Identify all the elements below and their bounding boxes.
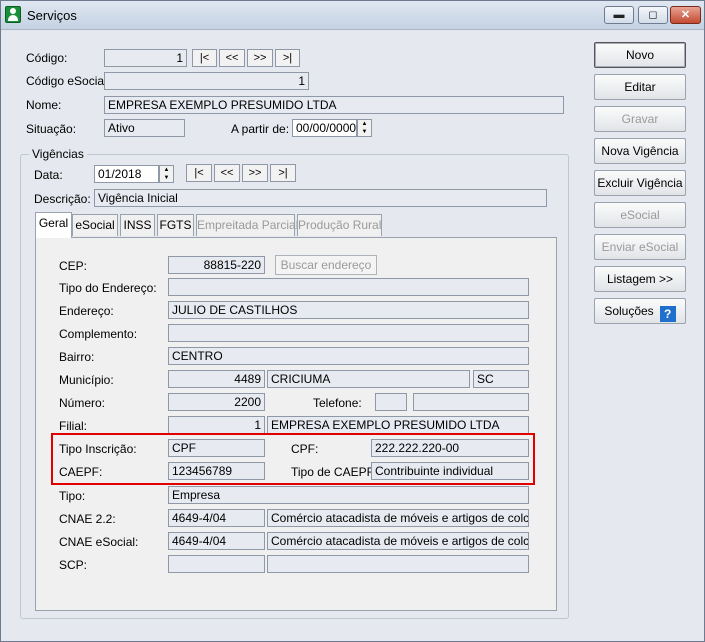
cnae-esocial-code-field[interactable]: 4649-4/04 — [168, 532, 265, 550]
tipo-endereco-label: Tipo do Endereço: — [59, 281, 157, 295]
services-window: Serviços ▬ ◻ ✕ Código: 1 |< << >> >| Cód… — [0, 0, 705, 642]
filial-code-field[interactable]: 1 — [168, 416, 265, 434]
bairro-label: Bairro: — [59, 350, 95, 364]
esocial-button[interactable]: eSocial — [594, 202, 686, 228]
tab-geral[interactable]: Geral — [35, 212, 72, 238]
vig-first-button[interactable]: |< — [186, 164, 212, 182]
help-icon: ? — [659, 306, 676, 322]
vig-next-button[interactable]: >> — [242, 164, 268, 182]
spin-up-icon[interactable]: ▲ — [160, 166, 173, 174]
vig-prev-button[interactable]: << — [214, 164, 240, 182]
a-partir-date-field[interactable]: 00/00/0000 — [292, 119, 357, 137]
situacao-label: Situação: — [26, 122, 77, 136]
next-record-button[interactable]: >> — [247, 49, 273, 67]
spin-up-icon[interactable]: ▲ — [358, 120, 371, 128]
cep-label: CEP: — [59, 259, 88, 273]
highlight-box — [51, 433, 535, 485]
tipo-field[interactable]: Empresa — [168, 486, 529, 504]
buscar-endereco-button[interactable]: Buscar endereço — [275, 255, 377, 275]
vig-last-button[interactable]: >| — [270, 164, 296, 182]
tab-fgts[interactable]: FGTS — [157, 214, 194, 236]
spin-down-icon[interactable]: ▼ — [358, 128, 371, 136]
first-record-button[interactable]: |< — [192, 49, 217, 67]
codigo-label: Código: — [26, 51, 68, 65]
solucoes-label: Soluções — [604, 304, 654, 318]
excluir-vigencia-button[interactable]: Excluir Vigência — [594, 170, 686, 196]
complemento-label: Complemento: — [59, 327, 138, 341]
filial-name-field[interactable]: EMPRESA EXEMPLO PRESUMIDO LTDA — [267, 416, 529, 434]
municipio-name-field[interactable]: CRICIUMA — [267, 370, 470, 388]
scp-label: SCP: — [59, 558, 88, 572]
complemento-field[interactable] — [168, 324, 529, 342]
a-partir-spinner[interactable]: ▲ ▼ — [357, 119, 372, 137]
prev-record-button[interactable]: << — [219, 49, 245, 67]
tab-esocial[interactable]: eSocial — [72, 214, 118, 236]
situacao-field[interactable]: Ativo — [104, 119, 185, 137]
maximize-button[interactable]: ◻ — [638, 6, 668, 24]
numero-field[interactable]: 2200 — [168, 393, 265, 411]
last-record-button[interactable]: >| — [275, 49, 300, 67]
endereco-field[interactable]: JULIO DE CASTILHOS — [168, 301, 529, 319]
numero-label: Número: — [59, 396, 106, 410]
editar-button[interactable]: Editar — [594, 74, 686, 100]
nome-label: Nome: — [26, 98, 62, 112]
scp-code-field[interactable] — [168, 555, 265, 573]
tab-producao-rural[interactable]: Produção Rural — [297, 214, 382, 236]
tab-inss[interactable]: INSS — [120, 214, 155, 236]
cnae22-label: CNAE 2.2: — [59, 512, 116, 526]
nova-vigencia-button[interactable]: Nova Vigência — [594, 138, 686, 164]
data-spinner[interactable]: ▲ ▼ — [159, 165, 174, 183]
tab-empreitada-parcial[interactable]: Empreitada Parcial — [196, 214, 298, 236]
descricao-label: Descrição: — [34, 192, 91, 206]
tipo-label: Tipo: — [59, 489, 86, 503]
gravar-button[interactable]: Gravar — [594, 106, 686, 132]
window-title: Serviços — [27, 8, 77, 23]
municipio-label: Município: — [59, 373, 114, 387]
minimize-button[interactable]: ▬ — [604, 6, 634, 24]
telefone-field[interactable] — [413, 393, 529, 411]
data-field[interactable]: 01/2018 — [94, 165, 159, 183]
vigencias-group-title: Vigências — [29, 147, 87, 161]
codigo-esocial-label: Código eSocial: — [26, 74, 111, 88]
uf-field[interactable]: SC — [473, 370, 529, 388]
cnae-esocial-label: CNAE eSocial: — [59, 535, 139, 549]
solucoes-button[interactable]: Soluções? — [594, 298, 686, 324]
codigo-field[interactable]: 1 — [104, 49, 187, 67]
filial-label: Filial: — [59, 419, 88, 433]
endereco-label: Endereço: — [59, 304, 114, 318]
bairro-field[interactable]: CENTRO — [168, 347, 529, 365]
tipo-endereco-field[interactable] — [168, 278, 529, 296]
telefone-ddd-field[interactable] — [375, 393, 407, 411]
app-user-icon — [5, 6, 21, 23]
cnae22-code-field[interactable]: 4649-4/04 — [168, 509, 265, 527]
telefone-label: Telefone: — [313, 396, 362, 410]
descricao-field[interactable]: Vigência Inicial — [94, 189, 547, 207]
municipio-code-field[interactable]: 4489 — [168, 370, 265, 388]
nome-field[interactable]: EMPRESA EXEMPLO PRESUMIDO LTDA — [104, 96, 564, 114]
cnae-esocial-desc-field[interactable]: Comércio atacadista de móveis e artigos … — [267, 532, 529, 550]
enviar-esocial-button[interactable]: Enviar eSocial — [594, 234, 686, 260]
title-bar[interactable]: Serviços ▬ ◻ ✕ — [1, 1, 704, 30]
codigo-esocial-field[interactable]: 1 — [104, 72, 309, 90]
scp-desc-field[interactable] — [267, 555, 529, 573]
novo-button[interactable]: Novo — [594, 42, 686, 68]
a-partir-label: A partir de: — [231, 122, 290, 136]
cep-field[interactable]: 88815-220 — [168, 256, 265, 274]
spin-down-icon[interactable]: ▼ — [160, 174, 173, 182]
close-button[interactable]: ✕ — [670, 6, 701, 24]
listagem-button[interactable]: Listagem >> — [594, 266, 686, 292]
cnae22-desc-field[interactable]: Comércio atacadista de móveis e artigos … — [267, 509, 529, 527]
data-label: Data: — [34, 168, 63, 182]
